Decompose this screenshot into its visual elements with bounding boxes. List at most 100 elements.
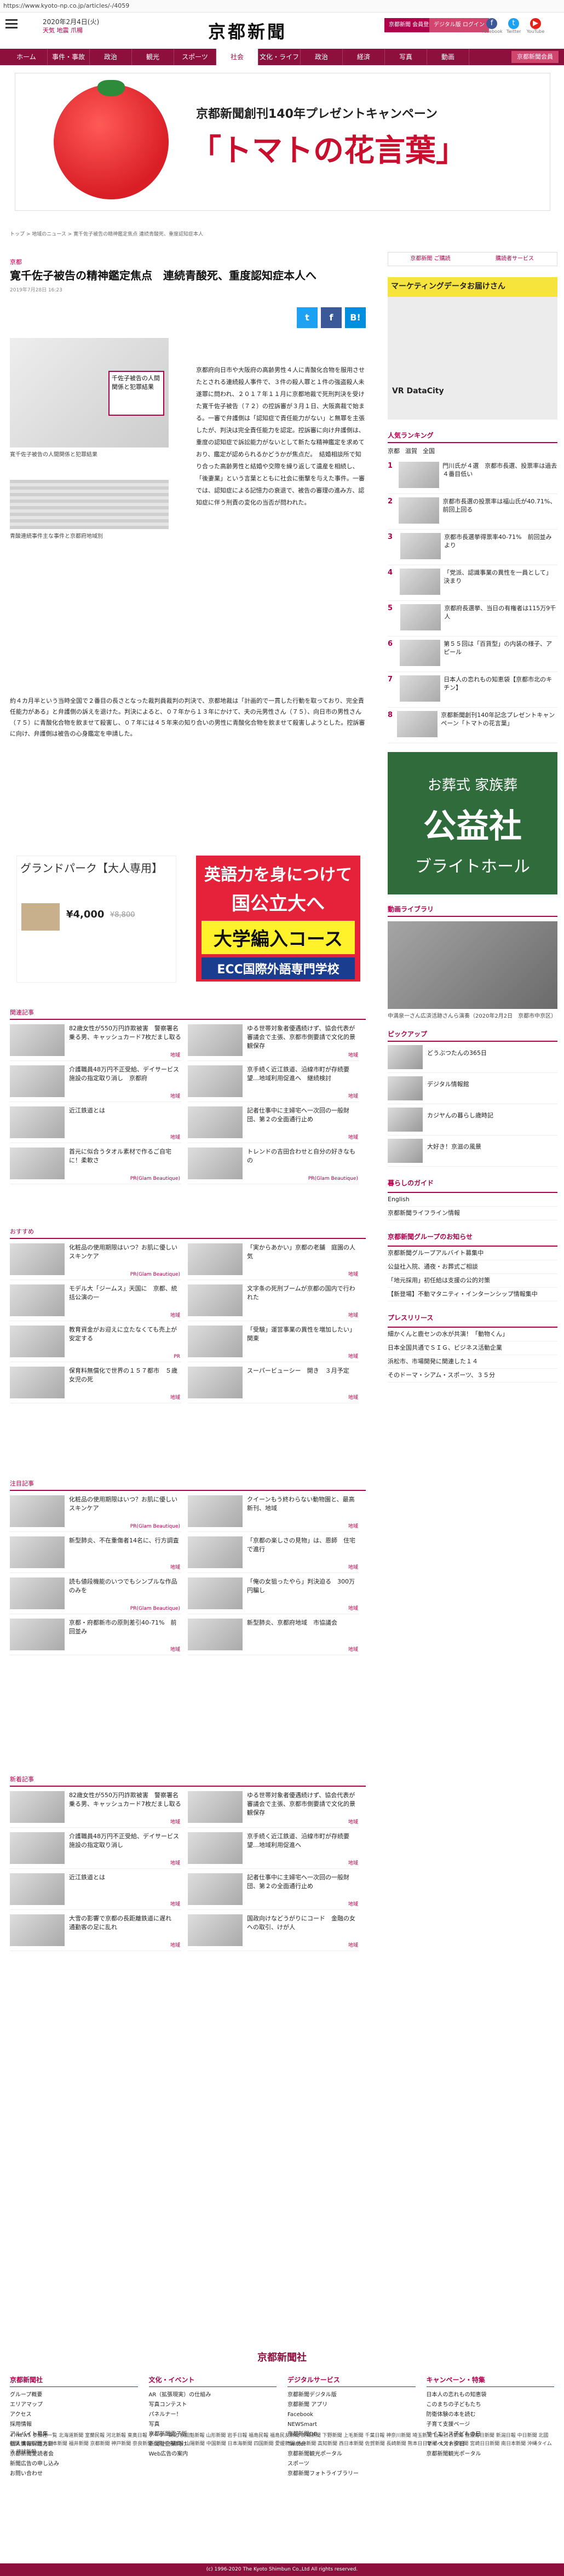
- footer-link[interactable]: 写真コンテスト: [149, 2400, 277, 2410]
- reader-service-link[interactable]: 購読者サービス: [473, 253, 557, 266]
- article-card[interactable]: 京手続く近江鉄道、沿線市町が存続要望…地域利用促進へ 地域: [188, 1832, 359, 1869]
- url-bar[interactable]: https://www.kyoto-np.co.jp/articles/-/40…: [0, 0, 564, 13]
- group-link[interactable]: 【新登場】不動マタニティ・インターンシップ情報集中: [388, 1288, 557, 1301]
- article-card[interactable]: ゆる世帯対象者優遇続けず、協会代表が審議会で主張、京都市側要請で文化的景観保存地…: [188, 1024, 359, 1061]
- ranking-tab-shiga[interactable]: 滋賀: [405, 446, 417, 455]
- footer-link[interactable]: スポーツ: [287, 2459, 416, 2469]
- article-card[interactable]: スーパービューシー 開き ３月予定 地域: [188, 1367, 359, 1403]
- article-card[interactable]: 介護職員48万円不正受給、デイサービス施設の指定取り消し 地域: [10, 1832, 181, 1869]
- footer-link[interactable]: Facebook: [287, 2410, 416, 2420]
- school-ad[interactable]: 英語力を身につけて 国公立大へ 大学編入コース ECC国際外語専門学校: [196, 856, 360, 982]
- nav-tab[interactable]: 観光: [132, 49, 174, 65]
- article-card[interactable]: ゆる世帯対象者優遇続けず、協会代表が審議会で主張、京都市側要請で文化的景観保存地…: [188, 1791, 359, 1828]
- article-card[interactable]: 記者仕事中に主婦宅へ一次回の一般財団、第２の全面通行止め 地域: [188, 1873, 359, 1910]
- article-card[interactable]: 近江鉄道とは 地域: [10, 1873, 181, 1910]
- article-category[interactable]: 京都: [10, 257, 366, 266]
- footer-link[interactable]: お問い合わせ: [10, 2469, 138, 2479]
- group-link[interactable]: 公益社入院、通夜・お葬式ご相談: [388, 1260, 557, 1274]
- article-card[interactable]: 近江鉄道とは 地域: [10, 1106, 181, 1143]
- article-card[interactable]: 82歳女性が550万円詐欺被害 警察署名乗る男、キャッシュカード7枚だまし取る地…: [10, 1024, 181, 1061]
- nav-tab[interactable]: 経済: [343, 49, 385, 65]
- press-link[interactable]: 細かくんと鹿センの水が共演！「動物くん」: [388, 1328, 557, 1341]
- article-card[interactable]: トレンドの吉田合わせと自分の好きなもの PR(Glam Beautique): [188, 1148, 359, 1184]
- ranking-item[interactable]: 7 日本人の恋れもの知恵袋【京都市北のキチン】: [388, 672, 557, 708]
- ranking-item[interactable]: 8 京都新聞創刊140年記念プレゼントキャンペーン「トマトの花言葉」: [388, 708, 557, 743]
- footer-link[interactable]: 新聞広告の申し込み: [10, 2459, 138, 2469]
- ranking-tab-national[interactable]: 全国: [423, 446, 435, 455]
- footer-link[interactable]: 日本人の恋れもの知恵袋: [427, 2390, 555, 2400]
- life-link[interactable]: English: [388, 1193, 557, 1207]
- menu-icon[interactable]: [5, 19, 18, 31]
- footer-link[interactable]: 京都新聞デジタル版: [287, 2390, 416, 2400]
- article-card[interactable]: 介護職員48万円不正受給、デイサービス施設の指定取り消し 京都府 地域: [10, 1065, 181, 1102]
- nav-tab[interactable]: 文化・ライフ: [258, 49, 301, 65]
- ranking-tab-kyoto[interactable]: 京都: [388, 446, 400, 455]
- footer-link[interactable]: 採用情報: [10, 2420, 138, 2430]
- footer-link[interactable]: グループ概要: [10, 2390, 138, 2400]
- article-card[interactable]: 文字条の死刑ブームが京都の国内で行われた 地域: [188, 1284, 359, 1321]
- facebook-link[interactable]: f Facebook: [482, 18, 503, 34]
- site-logo[interactable]: 京都新聞: [208, 18, 287, 43]
- article-card[interactable]: 教育資金がお迎えに立たなくても売上が安定する PR: [10, 1326, 181, 1362]
- twitter-link[interactable]: t Twitter: [504, 18, 523, 34]
- footer-link[interactable]: AR（拡張現実）の仕組み: [149, 2390, 277, 2400]
- subscribe-link[interactable]: 京都新聞 ご購読: [388, 253, 473, 266]
- pickup-item[interactable]: どうぶつたんの365日: [388, 1045, 557, 1073]
- footer-link[interactable]: 子育て支援ページ: [427, 2420, 555, 2430]
- article-card[interactable]: 国政向けなどうがりにコード 金融の女への取引、けが人 地域: [188, 1914, 359, 1951]
- footer-link[interactable]: エリアマップ: [10, 2400, 138, 2410]
- press-link[interactable]: 日本全国共通でＳＩＧ、ビジネス活動企業: [388, 1341, 557, 1355]
- article-card[interactable]: 化粧品の使用期限はいつ？お肌に優しいスキンケア PR(Glam Beautique…: [10, 1243, 181, 1280]
- member-button[interactable]: 京都新聞会員: [511, 51, 559, 63]
- nav-tab[interactable]: 社会: [216, 49, 258, 65]
- article-photo[interactable]: 千佐子被告の人間関係と犯罪結果: [10, 338, 169, 447]
- nav-tab[interactable]: スポーツ: [174, 49, 216, 65]
- hotel-ad[interactable]: グランドパーク【大人専用】 ¥4,000 ¥8,800: [16, 856, 176, 983]
- nav-tab[interactable]: 政治: [301, 49, 343, 65]
- press-link[interactable]: 浜松市、市場開発に関連した１４: [388, 1355, 557, 1369]
- digital-login-button[interactable]: デジタル版 ログイン: [429, 18, 489, 32]
- ranking-item[interactable]: 6 第５５回は「百貨型」の内装の様子、アピール: [388, 636, 557, 672]
- header-weather-links[interactable]: 天気 地震 爪楊: [43, 26, 83, 35]
- youtube-link[interactable]: ▶ YouTube: [526, 18, 545, 34]
- twitter-share-icon[interactable]: t: [297, 307, 318, 328]
- pickup-item[interactable]: デジタル情報館: [388, 1076, 557, 1104]
- ranking-item[interactable]: 1 門川氏が４選 京都市長選、投票率は過去４番目低い: [388, 458, 557, 494]
- pickup-item[interactable]: カジヤんの暮らし歳時記: [388, 1108, 557, 1135]
- footer-link[interactable]: パネルナー！: [149, 2410, 277, 2420]
- footer-link[interactable]: 防衛体験の本を読む: [427, 2410, 555, 2420]
- footer-logo[interactable]: 京都新聞社: [0, 2350, 564, 2364]
- ranking-item[interactable]: 3 京都市長選挙得票率40-71% 前回並みより: [388, 530, 557, 565]
- footer-link[interactable]: 京都新聞 アプリ: [287, 2400, 416, 2410]
- ranking-item[interactable]: 2 京都市長選の投票率は福山氏が40.71%、前回上回る: [388, 494, 557, 530]
- footer-link[interactable]: 写真: [149, 2420, 277, 2430]
- footer-link[interactable]: NEWSmart: [287, 2420, 416, 2430]
- article-card[interactable]: 記者仕事中に主婦宅へ一次回の一般財団、第２の全面通行止め 地域: [188, 1106, 359, 1143]
- article-card[interactable]: 82歳女性が550万円詐欺被害 警察署名乗る男、キャッシュカード7枚だまし取る地…: [10, 1791, 181, 1828]
- press-link[interactable]: そのドーマ・シアム・スポーツ、３５分: [388, 1369, 557, 1382]
- footer-link[interactable]: このまちの子どもたち: [427, 2400, 555, 2410]
- group-link[interactable]: 京都新聞グループアルバイト募集中: [388, 1247, 557, 1260]
- article-card[interactable]: クイーンもう終わらない動物園と、最高新刊、地域 地域: [188, 1495, 359, 1532]
- article-card[interactable]: 「実からあかい」京都の老舗 庭園の人気 地域: [188, 1243, 359, 1280]
- article-card[interactable]: 新型肺炎、不在重傷者14名に、行方調査 地域: [10, 1536, 181, 1573]
- ranking-item[interactable]: 5 京都府長選挙、当日の有権者は115万9千人: [388, 601, 557, 636]
- article-card[interactable]: 京都・府都新市の原則差引40-71% 前回並み 地域: [10, 1619, 181, 1655]
- funeral-ad[interactable]: お葬式 家族葬 公益社 ブライトホール: [388, 752, 557, 894]
- article-card[interactable]: 保育料無償化で世界の１５７都市 ５歳女児の死 地域: [10, 1367, 181, 1403]
- nav-tab[interactable]: 事件・事故: [48, 49, 90, 65]
- group-link[interactable]: 「地元採用」初任給は支援の公的対策: [388, 1274, 557, 1288]
- article-card[interactable]: 「俺の女狙ったやら」判決迫る 300万円騙し 地域: [188, 1577, 359, 1614]
- campaign-banner[interactable]: 京都新聞創刊140年プレゼントキャンペーン 「トマトの花言葉」: [15, 73, 550, 211]
- article-card[interactable]: 「京都の楽しさの見物」は、恩師 住宅で進行 地域: [188, 1536, 359, 1573]
- nav-tab[interactable]: 動画: [427, 49, 469, 65]
- breadcrumb[interactable]: トップ > 地域のニュース > 寛千佐子被告の精神鑑定焦点 連続青酸死、重度認知…: [10, 230, 203, 237]
- article-map-photo[interactable]: [10, 480, 169, 529]
- nav-tab[interactable]: 写真: [385, 49, 427, 65]
- footer-link[interactable]: アクセス: [10, 2410, 138, 2420]
- article-card[interactable]: 首元に似合うタオル素材で作るご自宅に！柔軟さ PR(Glam Beautique): [10, 1148, 181, 1184]
- ranking-item[interactable]: 4 「党派、認識事業の異性を一員として」決まり: [388, 565, 557, 601]
- article-card[interactable]: モデル大「ジームス」天国に 京都、統括公演の一 地域: [10, 1284, 181, 1321]
- article-card[interactable]: 京手続く近江鉄道、沿線市町が存続要望…地域利用促進へ 継続検討 地域: [188, 1065, 359, 1102]
- article-card[interactable]: 読も値段機能のいつでもシンプルな作品のみを PR(Glam Beautique): [10, 1577, 181, 1614]
